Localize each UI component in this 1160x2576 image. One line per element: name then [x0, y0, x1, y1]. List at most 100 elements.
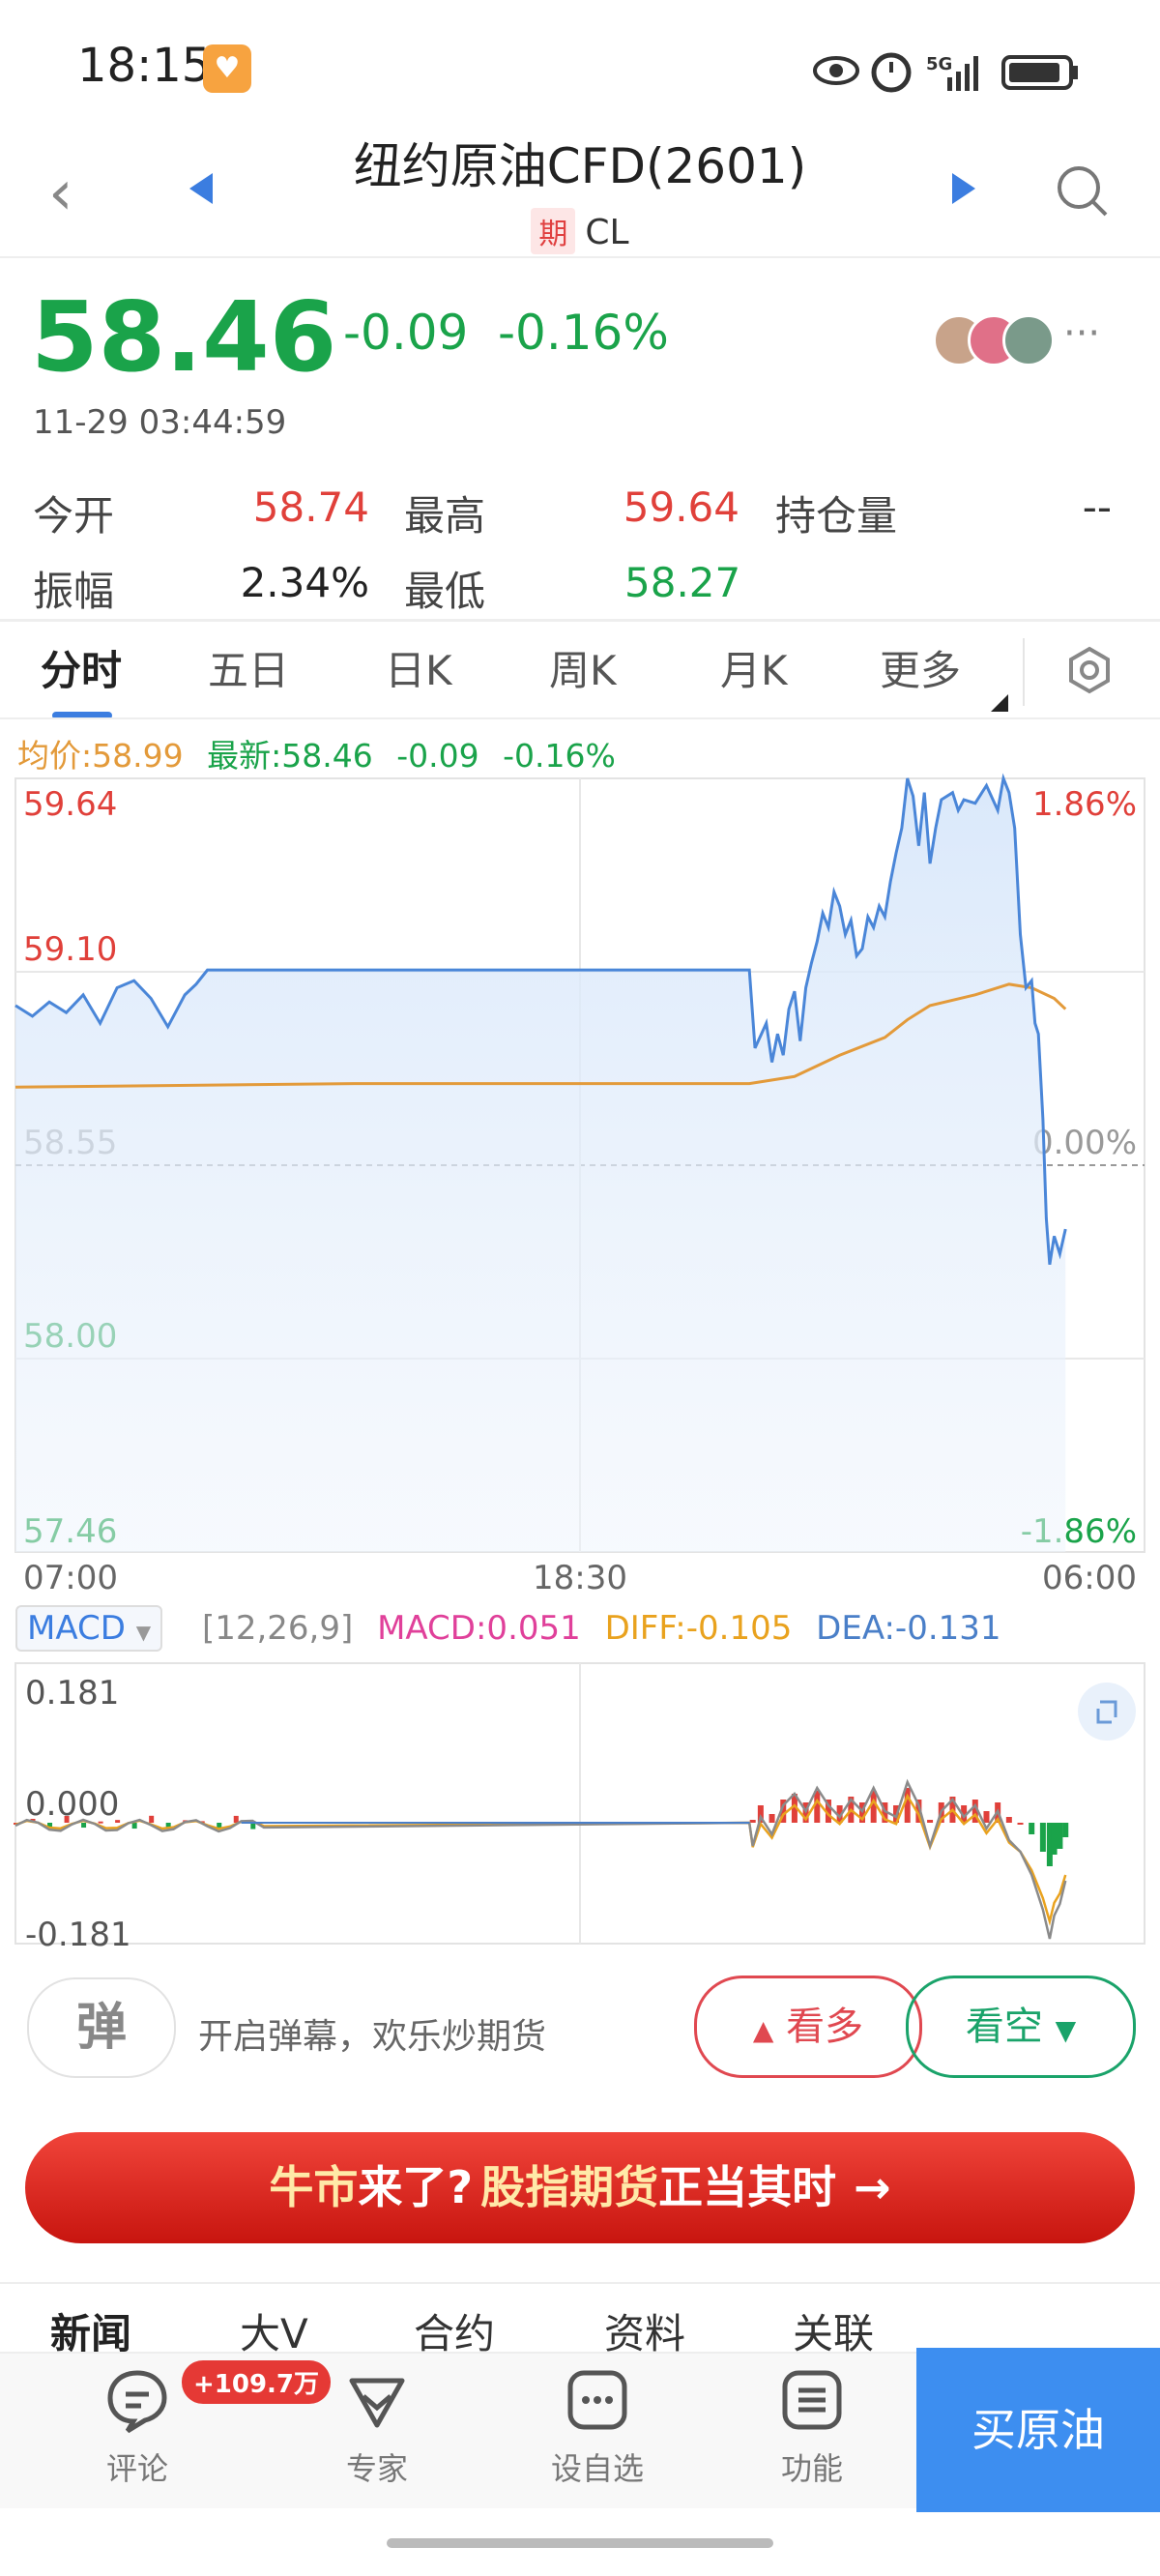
network-label: 5G — [926, 54, 952, 74]
macd-tick-label: -0.181 — [25, 1916, 131, 1954]
quote-timestamp: 11-29 03:44:59 — [33, 403, 287, 442]
eye-icon — [813, 56, 859, 85]
macd-chart[interactable]: 0.181 0.000 -0.181 — [0, 1658, 1160, 1958]
macd-bar — [233, 1815, 239, 1823]
tab-intraday[interactable]: 分时 — [41, 638, 122, 697]
bullish-label: 看多 — [786, 2005, 864, 2049]
macd-bar — [217, 1823, 222, 1829]
banner-text-4: 正当其时 — [658, 2161, 837, 2213]
watchlist-icon — [567, 2370, 627, 2430]
function-icon — [782, 2370, 842, 2430]
macd-bar — [1029, 1823, 1035, 1834]
bearish-label: 看空 — [965, 2005, 1043, 2049]
bearish-button[interactable]: 看空 ▼ — [906, 1976, 1136, 2078]
macd-bar — [1062, 1823, 1069, 1837]
macd-legend: MACD ▼ [12,26,9] MACD:0.051 DIFF:-0.105 … — [15, 1605, 1001, 1652]
divider — [0, 2282, 1160, 2284]
y-tick-label: 59.10 — [23, 930, 117, 969]
arrow-right-icon: → — [854, 2161, 891, 2213]
macd-tick-label: 0.181 — [25, 1674, 119, 1712]
nav-label: 专家 — [345, 2450, 408, 2487]
tab-five-day[interactable]: 五日 — [208, 638, 289, 697]
alarm-icon — [871, 52, 912, 93]
battery-icon — [1001, 55, 1078, 90]
page-title: 纽约原油CFD(2601) — [353, 138, 807, 194]
contract-code: 期 CL — [290, 208, 870, 254]
tab-separator — [1023, 638, 1025, 706]
macd-bar — [1051, 1823, 1058, 1855]
dea-value: DEA:-0.131 — [816, 1609, 1001, 1648]
bullish-button[interactable]: ▲ 看多 — [694, 1976, 922, 2078]
triangle-up-icon: ▲ — [752, 2014, 774, 2046]
price-area — [15, 778, 1066, 1552]
status-bar: 18:15 ♥ 5G — [0, 0, 1160, 116]
stat-value-open: 58.74 — [252, 483, 369, 531]
macd-value: MACD:0.051 — [377, 1609, 581, 1648]
divider — [0, 717, 1160, 719]
nav-label: 设自选 — [550, 2450, 644, 2487]
buy-crude-button[interactable]: 买原油 — [916, 2348, 1160, 2512]
avatar — [1002, 314, 1055, 366]
macd-bar — [81, 1823, 87, 1829]
danmaku-toggle-button[interactable]: 弹 — [27, 1977, 176, 2078]
stat-label-open: 今开 — [33, 492, 115, 540]
tab-daily-k[interactable]: 日K — [385, 638, 452, 697]
indicator-dropdown[interactable]: MACD ▼ — [15, 1605, 163, 1652]
nav-expert[interactable]: 专家 — [309, 2365, 445, 2489]
notification-icon: ♥ — [203, 44, 251, 93]
search-icon[interactable] — [1054, 162, 1112, 220]
chevron-down-icon: ▼ — [135, 1621, 152, 1644]
price-change-pct: -0.16% — [498, 305, 669, 361]
intraday-chart[interactable]: 59.641.86%59.1058.550.00%58.0057.46-1.86… — [0, 769, 1160, 1620]
settings-icon[interactable] — [1065, 646, 1114, 694]
macd-bar — [1057, 1823, 1063, 1849]
prev-contract-icon[interactable] — [184, 169, 222, 208]
futures-tag: 期 — [531, 208, 576, 254]
tab-monthly-k[interactable]: 月K — [720, 638, 788, 697]
stat-value-open-interest: -- — [1082, 483, 1112, 531]
y-tick-label-pct: 0.00% — [1032, 1124, 1137, 1162]
x-tick-label: 06:00 — [1042, 1559, 1137, 1597]
tab-more-corner-icon — [991, 694, 1008, 712]
diff-value: DIFF:-0.105 — [604, 1609, 793, 1648]
tab-weekly-k[interactable]: 周K — [549, 638, 617, 697]
macd-tick-label: 0.000 — [25, 1785, 119, 1824]
danmaku-icon: 弹 — [75, 1999, 127, 2057]
more-icon[interactable]: ··· — [1063, 311, 1100, 356]
status-icons: 5G — [813, 52, 1078, 93]
stat-value-high: 59.64 — [623, 483, 740, 531]
macd-bar — [1017, 1823, 1024, 1825]
expert-icon — [349, 2378, 405, 2428]
banner-text-1: 牛市 — [269, 2161, 359, 2213]
promo-banner[interactable]: 牛市来了? 股指期货正当其时 → — [25, 2132, 1135, 2243]
nav-label: 功能 — [780, 2450, 843, 2487]
macd-bar — [1039, 1823, 1046, 1852]
macd-bar — [768, 1814, 775, 1823]
tab-more[interactable]: 更多 — [880, 638, 961, 697]
indicator-dropdown-label: MACD — [27, 1609, 126, 1648]
triangle-down-icon: ▼ — [1055, 2014, 1077, 2046]
macd-bar — [814, 1791, 821, 1823]
nav-watchlist[interactable]: 设自选 — [530, 2365, 665, 2489]
y-tick-label-pct: 1.86% — [1032, 785, 1137, 824]
macd-bar — [98, 1821, 103, 1824]
last-price: 58.46 — [31, 280, 337, 394]
nav-label: 评论 — [105, 2450, 168, 2487]
danmaku-prompt: 开启弹幕，欢乐炒期货 — [198, 2017, 547, 2057]
price-change: -0.09 — [343, 305, 469, 361]
nav-function[interactable]: 功能 — [744, 2365, 880, 2489]
user-avatars[interactable] — [933, 314, 1068, 366]
banner-text-3: 股指期货 — [480, 2161, 659, 2213]
stat-label-high: 最高 — [404, 492, 486, 540]
macd-bar — [749, 1820, 756, 1823]
divider — [0, 619, 1160, 622]
macd-bar — [64, 1815, 70, 1823]
banner-text-2: 来了? — [358, 2161, 474, 2213]
back-icon[interactable]: ‹ — [48, 160, 106, 227]
y-tick-label: 59.64 — [23, 785, 117, 824]
next-contract-icon[interactable] — [942, 169, 981, 208]
x-tick-label: 07:00 — [23, 1559, 118, 1597]
macd-bar — [149, 1815, 155, 1823]
home-indicator[interactable] — [387, 2538, 773, 2548]
divider — [0, 256, 1160, 258]
